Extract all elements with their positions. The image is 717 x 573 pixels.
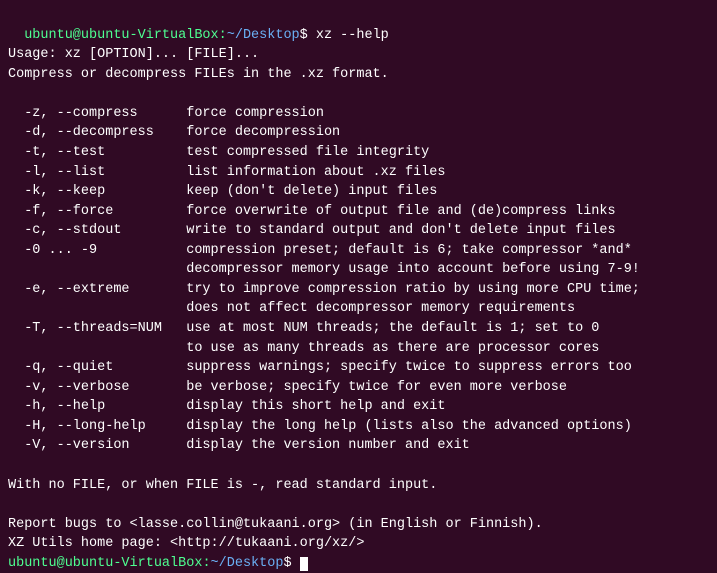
final-prompt-user: ubuntu@ubuntu-VirtualBox: [8, 556, 202, 571]
output-line-16: -q, --quiet suppress warnings; specify t…: [8, 360, 632, 375]
output-line-blank-1: [8, 86, 16, 101]
output-line-14: -T, --threads=NUM use at most NUM thread…: [8, 321, 599, 336]
output-line-5: -t, --test test compressed file integrit…: [8, 145, 429, 160]
output-line-22: Report bugs to <lasse.collin@tukaani.org…: [8, 517, 543, 532]
output-line-blank-3: [8, 497, 16, 512]
output-line-1: Usage: xz [OPTION]... [FILE]...: [8, 47, 259, 62]
output-line-17: -v, --verbose be verbose; specify twice …: [8, 380, 567, 395]
output-line-3: -z, --compress force compression: [8, 106, 324, 121]
output-line-10: -0 ... -9 compression preset; default is…: [8, 243, 632, 258]
output-line-20: -V, --version display the version number…: [8, 438, 470, 453]
output-line-4: -d, --decompress force decompression: [8, 125, 340, 140]
output-line-23: XZ Utils home page: <http://tukaani.org/…: [8, 536, 364, 551]
prompt-user: ubuntu@ubuntu-VirtualBox: [24, 28, 218, 43]
output-line-19: -H, --long-help display the long help (l…: [8, 419, 632, 434]
output-line-9: -c, --stdout write to standard output an…: [8, 223, 616, 238]
output-line-blank-2: [8, 458, 16, 473]
output-line-7: -k, --keep keep (don't delete) input fil…: [8, 184, 437, 199]
output-line-6: -l, --list list information about .xz fi…: [8, 165, 445, 180]
output-line-21: With no FILE, or when FILE is -, read st…: [8, 478, 437, 493]
output-line-8: -f, --force force overwrite of output fi…: [8, 204, 616, 219]
prompt-colon: :: [219, 28, 227, 43]
output-line-11: decompressor memory usage into account b…: [8, 262, 640, 277]
output-line-15: to use as many threads as there are proc…: [8, 341, 599, 356]
cursor: [300, 557, 308, 571]
output-line-13: does not affect decompressor memory requ…: [8, 301, 575, 316]
prompt-path: ~/Desktop: [227, 28, 300, 43]
prompt-dollar: $ xz --help: [300, 28, 389, 43]
final-prompt-path: ~/Desktop: [211, 556, 284, 571]
output-line-18: -h, --help display this short help and e…: [8, 399, 445, 414]
terminal-window: ubuntu@ubuntu-VirtualBox:~/Desktop$ xz -…: [0, 0, 717, 507]
output-line-12: -e, --extreme try to improve compression…: [8, 282, 640, 297]
final-prompt: ubuntu@ubuntu-VirtualBox:~/Desktop$: [8, 556, 308, 571]
output-line-2: Compress or decompress FILEs in the .xz …: [8, 67, 389, 82]
